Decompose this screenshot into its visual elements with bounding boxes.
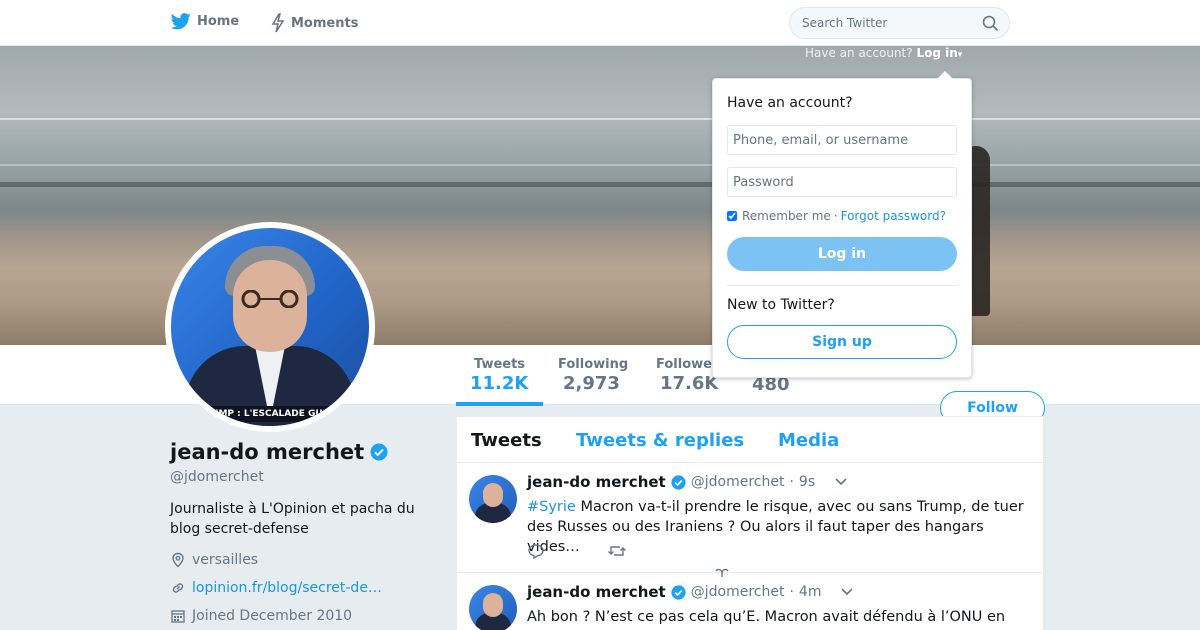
search-box [789,7,1010,39]
username-field[interactable] [727,125,957,155]
nav-home[interactable]: Home [171,13,239,30]
login-hint-prompt: Have an account? [805,46,913,60]
tab-tweets[interactable]: Tweets [471,430,542,451]
remember-me-row: Remember me · Forgot password? [727,209,946,223]
profile-website[interactable]: lopinion.fr/blog/secret-de… [170,580,382,596]
profile-joined: Joined December 2010 [170,608,352,624]
tweet-text: Ah bon ? N’est ce pas cela qu’E. Macron … [527,609,1006,630]
profile-avatar[interactable]: UMP : L'ESCALADE GUE [165,222,375,432]
profile-website-link[interactable]: lopinion.fr/blog/secret-de… [192,580,382,596]
remember-separator: · [833,209,838,223]
tweet-avatar-face [483,593,503,617]
tweet-header: jean-do merchet @jdomerchet · 9s [527,473,848,491]
verified-badge-icon [671,584,686,600]
chevron-down-icon[interactable] [834,477,848,487]
link-icon [172,583,184,593]
stat-tweets[interactable]: Tweets 11.2K [470,357,528,394]
nav-home-label: Home [197,14,240,29]
tweet-hashtag[interactable]: #Syrie [527,499,576,515]
stat-value: 2,973 [563,373,620,394]
tweet-avatar-face [483,483,503,507]
search-icon[interactable] [982,15,999,32]
top-navigation-bar: Home Moments [0,0,1200,46]
forgot-password-link[interactable]: Forgot password? [841,209,946,223]
verified-badge-icon [370,443,388,461]
remember-me-label[interactable]: Remember me [742,209,831,223]
tweet-author-handle[interactable]: @jdomerchet [691,584,785,600]
profile-joined-text: Joined December 2010 [192,608,353,624]
avatar-photo: UMP : L'ESCALADE GUE [171,228,369,426]
tweet-actions [527,543,627,559]
tweet-author-handle[interactable]: @jdomerchet [691,474,785,490]
banner-wave [0,118,1200,120]
stat-label: Tweets [474,357,526,372]
nav-moments-label: Moments [291,15,359,31]
avatar-tv-caption: UMP : L'ESCALADE GUE [171,406,369,422]
lightning-icon [271,13,285,33]
tab-tweets-and-replies[interactable]: Tweets & replies [576,430,744,451]
tweet-author-name[interactable]: jean-do merchet [527,583,666,601]
chevron-down-icon[interactable] [840,587,854,597]
banner-rocks [0,182,1200,187]
caret-down-icon[interactable]: ▾ [958,50,963,60]
tweet-avatar[interactable] [469,475,517,523]
twitter-bird-icon [171,13,191,30]
reply-icon[interactable] [527,543,545,559]
tweet-header: jean-do merchet @jdomerchet · 4m [527,583,854,601]
login-hint-link[interactable]: Log in [916,46,957,60]
login-button[interactable]: Log in [727,237,957,271]
profile-name[interactable]: jean-do merchet [170,440,388,464]
password-field[interactable] [727,167,957,197]
timeline: Tweets Tweets & replies Media jean-do me… [456,416,1044,630]
login-hint: Have an account? Log in▾ [805,46,962,60]
search-input[interactable] [790,8,970,38]
profile-name-text: jean-do merchet [170,440,365,464]
profile-location: versailles [170,552,258,568]
active-stat-underline [456,402,543,406]
calendar-icon [171,610,185,623]
signup-button[interactable]: Sign up [727,325,957,359]
remember-me-checkbox[interactable] [727,211,737,221]
dropdown-divider [727,285,957,286]
tweet-item[interactable]: jean-do merchet @jdomerchet · 9s #Syrie … [457,463,1043,577]
tweet-timestamp[interactable]: 4m [799,584,822,600]
stat-value: 11.2K [470,373,529,394]
location-pin-icon [172,552,184,568]
tweet-separator: · [789,584,794,600]
tweet-separator: · [789,474,794,490]
login-dropdown-title: Have an account? [727,95,853,111]
verified-badge-icon [671,474,686,490]
profile-bio: Journaliste à L'Opinion et pacha du blog… [170,501,415,537]
stat-label: Following [558,357,629,372]
tab-media[interactable]: Media [778,430,839,451]
stat-following[interactable]: Following 2,973 [558,357,628,394]
retweet-icon[interactable] [607,543,627,559]
login-dropdown: Have an account? Remember me · Forgot pa… [712,71,972,378]
tweet-item[interactable]: jean-do merchet @jdomerchet · 4m Ah bon … [457,573,1043,630]
banner-wave [0,164,1200,166]
new-to-twitter-label: New to Twitter? [727,297,835,313]
avatar-glasses [241,290,299,308]
profile-handle[interactable]: @jdomerchet [170,469,264,485]
tweet-timestamp[interactable]: 9s [799,474,815,490]
tweet-author-name[interactable]: jean-do merchet [527,473,666,491]
tweet-avatar[interactable] [469,585,517,630]
profile-location-text: versailles [192,552,259,568]
nav-moments[interactable]: Moments [271,13,358,33]
timeline-tabs: Tweets Tweets & replies Media [457,417,1043,463]
